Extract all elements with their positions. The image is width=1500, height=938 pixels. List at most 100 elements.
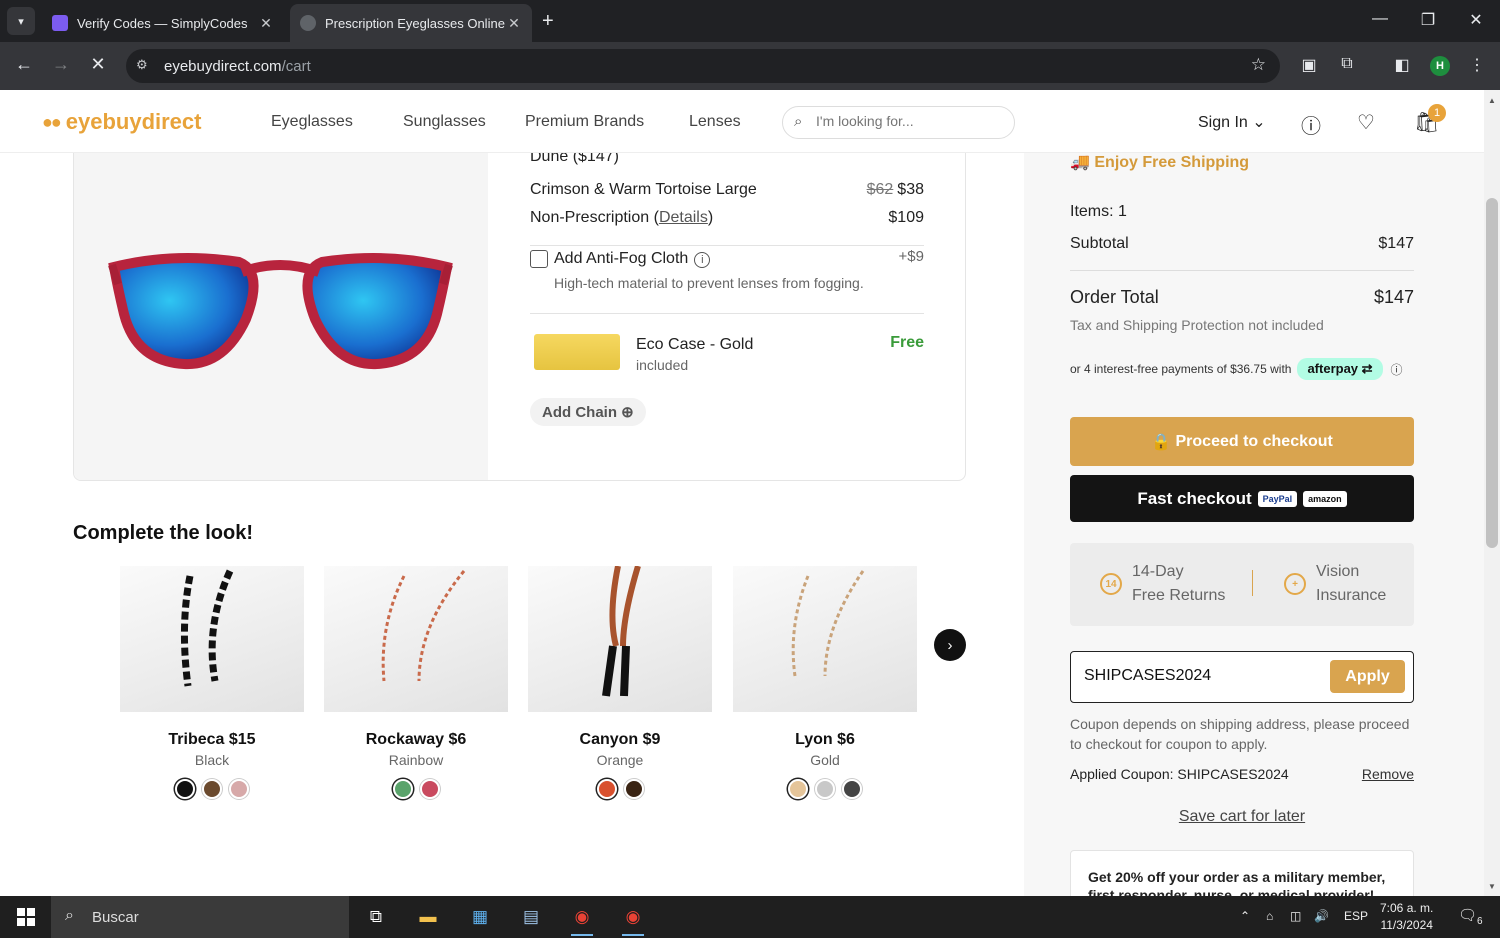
chrome-profile-icon[interactable]: ◉ [618,902,648,936]
swatch[interactable] [815,779,835,799]
stop-loading-icon[interactable]: ✕ [86,54,110,75]
coupon-input[interactable] [1084,667,1314,685]
simplycodes-favicon-icon [52,15,68,31]
nav-sunglasses[interactable]: Sunglasses [403,113,486,131]
afterpay-row: or 4 interest-free payments of $36.75 wi… [1070,358,1414,380]
microsoft-store-icon[interactable]: ▦ [465,902,495,932]
swatch-list [324,779,508,799]
sign-in-dropdown[interactable]: Sign In ⌄ [1198,112,1266,132]
divider [1070,270,1414,271]
free-returns-perk: 14 14-Day Free Returns [1100,560,1225,608]
nav-premium-brands[interactable]: Premium Brands [525,113,644,131]
rockaway-chain-image [324,566,508,712]
tray-chevron-up-icon[interactable]: ⌃ [1240,909,1250,923]
tribeca-chain-image [120,566,304,712]
tab-eyebuydirect[interactable]: Prescription Eyeglasses Online ✕ [290,4,532,42]
afterpay-logo: afterpay ⇄ [1297,358,1383,380]
profile-avatar[interactable]: H [1430,56,1450,76]
photos-icon[interactable]: ▤ [516,902,546,932]
eyebuydirect-logo[interactable]: ●● eyebuydirect [42,109,201,135]
bookmark-star-icon[interactable]: ☆ [1251,55,1266,75]
tray-network-icon[interactable]: ⌂ [1266,909,1273,923]
rec-name[interactable]: Canyon $9 [528,731,712,749]
order-summary: 🚚 Enjoy Free Shipping Items: 1 Subtotal $… [1024,153,1484,896]
help-icon[interactable]: ⓘ [1301,110,1321,139]
tray-volume-icon[interactable]: 🔊 [1314,909,1329,923]
lens-details-link[interactable]: Details [659,209,708,226]
extensions-puzzle-icon[interactable]: ⧉ [1336,55,1358,73]
cast-icon[interactable]: ▣ [1298,55,1320,75]
remove-coupon-link[interactable]: Remove [1362,766,1414,782]
taskbar-search[interactable]: ⌕ Buscar [51,896,349,938]
swatch-list [733,779,917,799]
rec-name[interactable]: Rockaway $6 [324,731,508,749]
swatch[interactable] [788,779,808,799]
nav-eyeglasses[interactable]: Eyeglasses [271,113,353,131]
swatch[interactable] [229,779,249,799]
side-panel-icon[interactable]: ◧ [1391,55,1413,75]
swatch[interactable] [419,779,440,799]
back-arrow-icon[interactable]: ← [12,54,36,75]
search-input[interactable] [816,113,1006,129]
tab-simplycodes[interactable]: Verify Codes — SimplyCodes ✕ [42,4,284,42]
recommendation-card[interactable]: Tribeca $15 Black [120,566,304,799]
returns-14-icon: 14 [1100,573,1122,595]
swatch[interactable] [202,779,222,799]
proceed-to-checkout-button[interactable]: 🔒 Proceed to checkout [1070,417,1414,466]
save-cart-for-later-link[interactable]: Save cart for later [1070,808,1414,826]
system-clock[interactable]: 7:06 a. m. 11/3/2024 [1380,900,1433,934]
tab-search-chevron-icon[interactable]: ▾ [7,7,35,35]
afterpay-info-icon[interactable]: ⓘ [1391,361,1403,378]
tray-wifi-icon[interactable]: ◫ [1290,909,1301,923]
swatch[interactable] [175,779,195,799]
task-view-icon[interactable]: ⧉ [361,902,391,932]
site-search[interactable]: ⌕ [782,106,1015,139]
scroll-down-icon[interactable]: ▼ [1488,882,1496,891]
address-bar[interactable]: ⚙ eyebuydirect.com/cart ☆ [126,49,1280,83]
military-discount-box[interactable]: Get 20% off your order as a military mem… [1070,850,1414,896]
scrollbar-thumb[interactable] [1486,198,1498,548]
file-explorer-icon[interactable]: ▬ [413,902,443,932]
close-window-icon[interactable]: ✕ [1466,10,1486,30]
fast-checkout-button[interactable]: Fast checkout PayPal amazon [1070,475,1414,522]
tab-close-icon[interactable]: ✕ [506,15,522,32]
lens-label: Non-Prescription [530,209,650,226]
items-count: Items: 1 [1070,203,1127,220]
coupon-field[interactable]: Apply [1070,651,1414,703]
free-shipping-banner: 🚚 Enjoy Free Shipping [1070,154,1250,171]
swatch[interactable] [392,779,413,799]
info-icon[interactable]: i [694,252,711,268]
add-chain-button[interactable]: Add Chain ⊕ [530,398,646,426]
antifog-label[interactable]: Add Anti-Fog Cloth i [554,250,711,268]
swatch[interactable] [623,779,644,799]
swatch[interactable] [596,779,617,799]
eyebuydirect-favicon-icon [300,15,316,31]
rec-name[interactable]: Tribeca $15 [120,731,304,749]
wishlist-heart-icon[interactable]: ♡ [1357,110,1375,135]
forward-arrow-icon[interactable]: → [49,54,73,75]
apply-coupon-button[interactable]: Apply [1330,660,1405,693]
recommendation-card[interactable]: Canyon $9 Orange [528,566,712,799]
minimize-icon[interactable]: — [1370,10,1390,28]
url-text[interactable]: eyebuydirect.com/cart [164,58,311,75]
page-scrollbar[interactable]: ▲ ▼ [1484,90,1500,896]
new-tab-plus-icon[interactable]: + [542,10,554,33]
browser-menu-icon[interactable]: ⋮ [1466,55,1488,75]
carousel-next-chevron-icon[interactable]: › [934,629,966,661]
windows-start-icon[interactable] [17,908,35,926]
swatch[interactable] [842,779,862,799]
clock-date: 11/3/2024 [1380,918,1433,932]
restore-icon[interactable]: ❐ [1418,10,1438,30]
rec-name[interactable]: Lyon $6 [733,731,917,749]
nav-lenses[interactable]: Lenses [689,113,741,131]
recommendation-card[interactable]: Rockaway $6 Rainbow [324,566,508,799]
scroll-up-icon[interactable]: ▲ [1488,96,1496,105]
site-settings-icon[interactable]: ⚙ [136,57,148,73]
lock-icon: 🔒 [1151,433,1172,451]
tab-close-icon[interactable]: ✕ [258,15,274,32]
antifog-checkbox[interactable] [530,250,548,268]
language-indicator[interactable]: ESP [1344,909,1368,923]
recommendation-card[interactable]: Lyon $6 Gold [733,566,917,799]
notifications-icon[interactable]: 🗨6 [1458,906,1483,927]
chrome-icon[interactable]: ◉ [567,902,597,936]
